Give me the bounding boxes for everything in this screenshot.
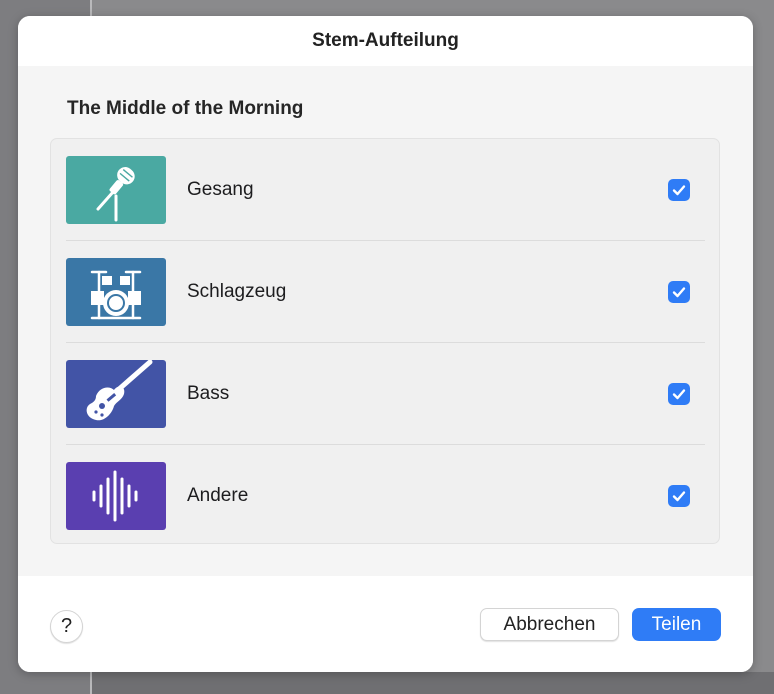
checkmark-icon (672, 491, 686, 502)
stem-label-other: Andere (187, 485, 249, 506)
share-button[interactable]: Teilen (632, 608, 721, 641)
stem-row-bass[interactable]: Bass (66, 343, 705, 445)
song-title: The Middle of the Morning (67, 98, 304, 119)
checkmark-icon (672, 185, 686, 196)
dialog-content: The Middle of the Morning Gesang Schlagz… (18, 66, 753, 576)
microphone-icon (66, 156, 166, 224)
waveform-icon (66, 462, 166, 530)
checkbox-vocals[interactable] (668, 179, 690, 201)
checkbox-bass[interactable] (668, 383, 690, 405)
dialog-title: Stem-Aufteilung (18, 16, 753, 66)
stem-label-vocals: Gesang (187, 179, 254, 200)
checkbox-drums[interactable] (668, 281, 690, 303)
checkmark-icon (672, 389, 686, 400)
checkbox-other[interactable] (668, 485, 690, 507)
help-button[interactable]: ? (50, 610, 83, 643)
background-window-bottom (92, 672, 774, 694)
checkmark-icon (672, 287, 686, 298)
dialog-footer: ? Abbrechen Teilen (18, 576, 753, 672)
stem-label-bass: Bass (187, 383, 230, 404)
stem-row-drums[interactable]: Schlagzeug (66, 241, 705, 343)
stem-row-other[interactable]: Andere (66, 445, 705, 547)
bass-guitar-icon (66, 360, 166, 428)
stem-split-dialog: Stem-Aufteilung The Middle of the Mornin… (18, 16, 753, 672)
stem-list: Gesang Schlagzeug Bass Andere (50, 138, 720, 544)
drum-kit-icon (66, 258, 166, 326)
stem-label-drums: Schlagzeug (187, 281, 287, 302)
stem-row-vocals[interactable]: Gesang (66, 139, 705, 241)
cancel-button[interactable]: Abbrechen (480, 608, 619, 641)
